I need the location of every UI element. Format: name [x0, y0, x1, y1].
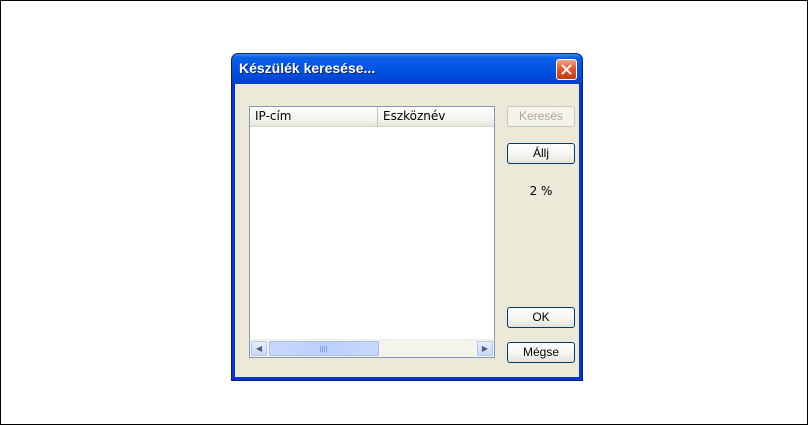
- column-header-ip-address[interactable]: IP-cím: [250, 107, 378, 126]
- stop-button[interactable]: Állj: [507, 143, 575, 164]
- close-icon: [561, 64, 572, 75]
- dialog-client-area: IP-cím Eszköznév ◀ ▶ Keresés Állj 2 % OK…: [235, 84, 579, 377]
- close-button[interactable]: [556, 59, 577, 80]
- horizontal-scrollbar[interactable]: ◀ ▶: [250, 339, 494, 357]
- dialog-title: Készülék keresése...: [239, 60, 376, 76]
- arrow-right-icon: ▶: [481, 344, 489, 353]
- dialog-titlebar[interactable]: Készülék keresése...: [232, 54, 582, 84]
- arrow-left-icon: ◀: [255, 344, 263, 353]
- grip-icon: [320, 346, 328, 352]
- search-button[interactable]: Keresés: [507, 106, 575, 127]
- scrollbar-thumb[interactable]: [269, 341, 379, 356]
- device-list[interactable]: IP-cím Eszköznév ◀ ▶: [249, 106, 495, 358]
- device-search-dialog: Készülék keresése... IP-cím Eszköznév ◀: [231, 53, 583, 381]
- scroll-right-button[interactable]: ▶: [477, 341, 493, 356]
- ok-button[interactable]: OK: [507, 307, 575, 328]
- progress-percentage: 2 %: [529, 184, 553, 198]
- screenshot-frame: Készülék keresése... IP-cím Eszköznév ◀: [0, 0, 808, 425]
- device-list-header: IP-cím Eszköznév: [250, 107, 494, 127]
- scroll-left-button[interactable]: ◀: [251, 341, 267, 356]
- column-header-device-name[interactable]: Eszköznév: [378, 107, 494, 126]
- cancel-button[interactable]: Mégse: [507, 342, 575, 363]
